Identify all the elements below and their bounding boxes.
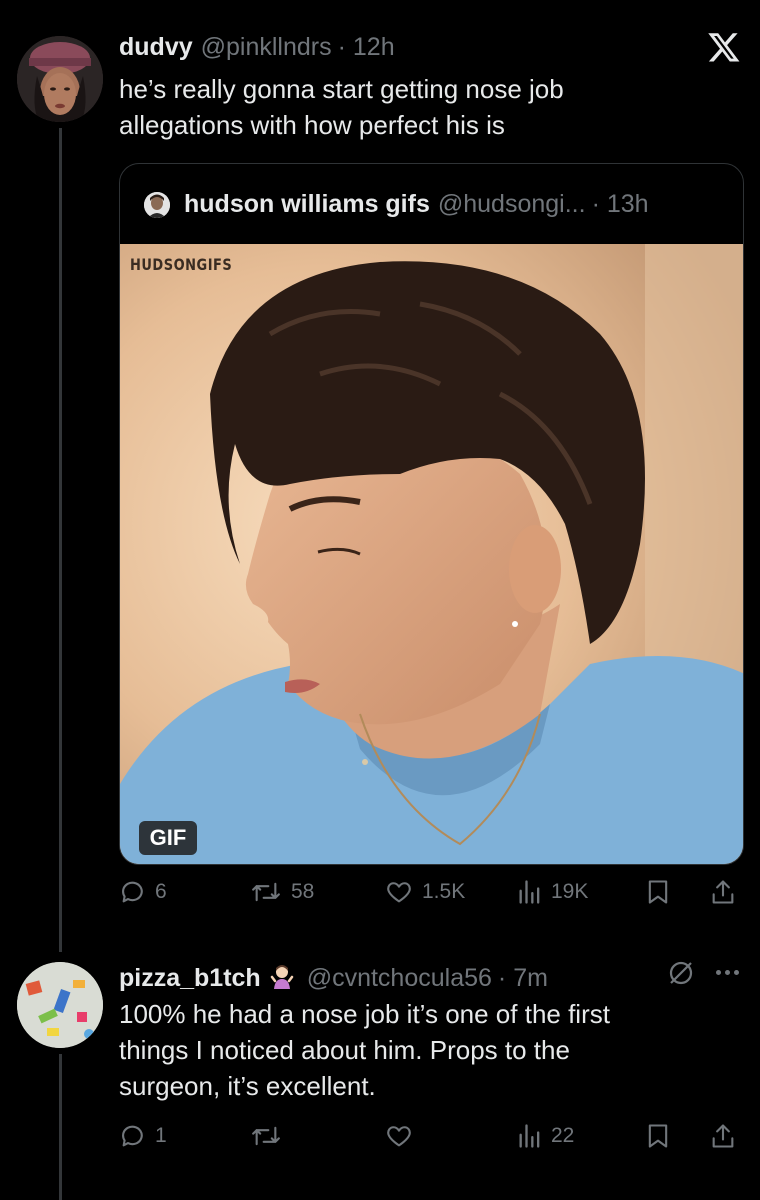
gif-image bbox=[120, 244, 743, 864]
reply-bookmark-button[interactable] bbox=[645, 1122, 671, 1150]
tweet-header: dudvy @pinkllndrs · 12h bbox=[119, 33, 395, 62]
reply-avatar-icon bbox=[17, 962, 103, 1048]
bookmark-icon bbox=[648, 880, 668, 904]
tweet-text: he’s really gonna start getting nose job… bbox=[119, 71, 564, 143]
like-button[interactable]: 1.5K bbox=[384, 878, 465, 906]
reply-avatar[interactable] bbox=[17, 962, 103, 1048]
repost-count: 58 bbox=[291, 880, 315, 903]
reply-like-button[interactable] bbox=[384, 1122, 422, 1150]
author-name[interactable]: dudvy bbox=[119, 33, 193, 62]
repost-icon bbox=[252, 1126, 280, 1146]
bookmark-icon bbox=[648, 1124, 668, 1148]
repost-icon bbox=[252, 882, 280, 902]
quoted-tweet-time[interactable]: · 13h bbox=[592, 190, 649, 219]
quoted-tweet[interactable]: hudson williams gifs @hudsongi... · 13h bbox=[119, 163, 744, 865]
reply-author-handle[interactable]: @cvntchocula56 bbox=[307, 964, 492, 993]
tweet-text-line: allegations with how perfect his is bbox=[119, 110, 505, 140]
quoted-avatar-icon bbox=[144, 191, 170, 218]
views-chart-icon bbox=[519, 1124, 540, 1148]
quoted-tweet-header: hudson williams gifs @hudsongi... · 13h bbox=[144, 190, 649, 219]
views-chart-icon bbox=[519, 880, 540, 904]
user-avatar-icon bbox=[17, 36, 103, 122]
tweet-text-line: he’s really gonna start getting nose job bbox=[119, 74, 564, 104]
reply-actions: 1 22 bbox=[119, 1122, 744, 1162]
views-button[interactable]: 19K bbox=[517, 878, 588, 906]
reply-share-button[interactable] bbox=[709, 1122, 737, 1150]
reply-text-line: surgeon, it’s excellent. bbox=[119, 1071, 376, 1101]
reply-repost-button[interactable] bbox=[249, 1122, 291, 1150]
reply-time[interactable]: · 7m bbox=[498, 964, 548, 993]
person-shrugging-emoji-icon bbox=[269, 963, 295, 989]
muted-conversation-icon[interactable] bbox=[666, 958, 696, 988]
thread-line bbox=[59, 1054, 62, 1200]
reply-button[interactable]: 6 bbox=[119, 878, 167, 906]
reply-text-line: things I noticed about him. Props to the bbox=[119, 1035, 570, 1065]
reply-text-line: 100% he had a nose job it’s one of the f… bbox=[119, 999, 610, 1029]
media-watermark: HUDSONGIFS bbox=[130, 256, 233, 275]
like-count: 1.5K bbox=[422, 880, 466, 903]
reply-icon bbox=[122, 881, 143, 903]
quoted-author-name[interactable]: hudson williams gifs bbox=[184, 190, 430, 219]
reply-count: 6 bbox=[155, 880, 167, 903]
more-options-icon[interactable] bbox=[716, 970, 739, 975]
reply-views-count: 22 bbox=[551, 1124, 575, 1147]
gif-badge: GIF bbox=[139, 821, 197, 855]
reply-icon bbox=[122, 1125, 143, 1147]
share-icon bbox=[712, 880, 734, 904]
x-logo-icon bbox=[708, 33, 740, 62]
reply-reply-count: 1 bbox=[155, 1124, 167, 1147]
reply-header: pizza_b1tch @cvntchocula56 · 7m bbox=[119, 960, 548, 993]
heart-icon bbox=[387, 882, 411, 903]
share-icon bbox=[712, 1124, 734, 1148]
reply-views-button[interactable]: 22 bbox=[517, 1122, 574, 1150]
thread-line bbox=[59, 128, 62, 952]
quoted-media-gif[interactable]: HUDSONGIFS bbox=[120, 244, 743, 864]
bookmark-button[interactable] bbox=[645, 878, 671, 906]
quoted-author-handle[interactable]: @hudsongi... bbox=[438, 190, 586, 219]
heart-icon bbox=[387, 1126, 411, 1147]
repost-button[interactable]: 58 bbox=[249, 878, 314, 906]
reply-author-name[interactable]: pizza_b1tch bbox=[119, 964, 261, 993]
views-count: 19K bbox=[551, 880, 589, 903]
avatar[interactable] bbox=[17, 36, 103, 122]
author-handle[interactable]: @pinkllndrs bbox=[201, 33, 332, 62]
reply-reply-button[interactable]: 1 bbox=[119, 1122, 167, 1150]
tweet-time[interactable]: · 12h bbox=[338, 33, 395, 62]
tweet-actions: 6 58 1.5K 19K bbox=[119, 878, 744, 918]
reply-text: 100% he had a nose job it’s one of the f… bbox=[119, 996, 610, 1104]
share-button[interactable] bbox=[709, 878, 737, 906]
quoted-avatar[interactable] bbox=[144, 191, 170, 218]
